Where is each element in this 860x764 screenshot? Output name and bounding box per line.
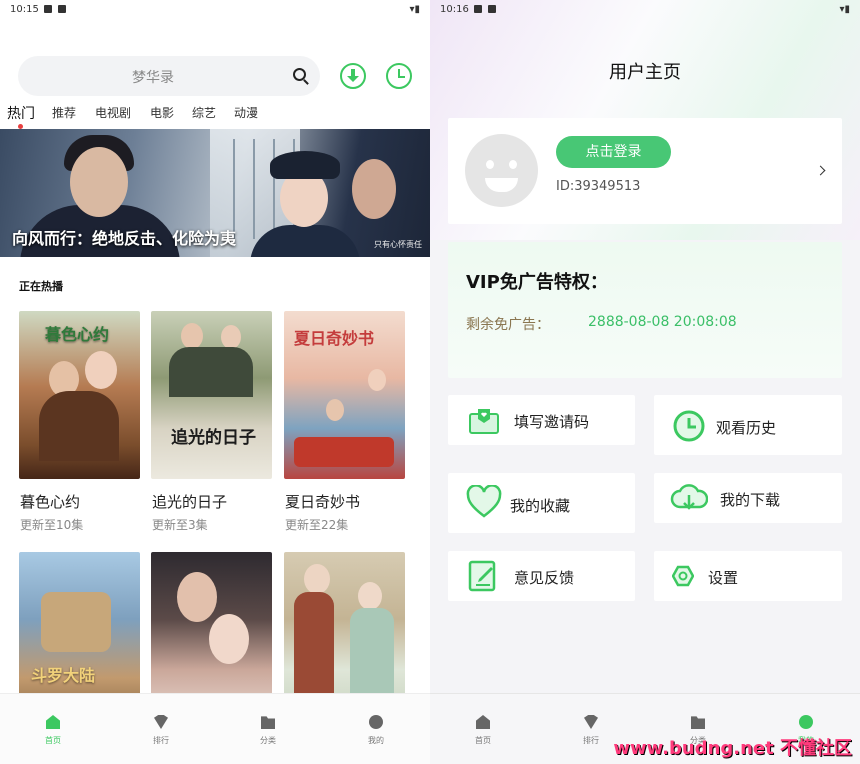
download-icon[interactable] [340,63,366,89]
nav-category[interactable]: 分类 [238,712,298,746]
ranking-icon [584,715,598,729]
wifi-battery-icon: ▾▮ [839,4,850,15]
profile-icon [799,715,813,729]
show-title: 暮色心约 [20,493,81,511]
poster-title: 夏日奇妙书 [294,329,375,348]
folder-icon [691,716,705,729]
poster-title: 暮色心约 [45,325,110,344]
status-time: 10:16 [440,4,469,15]
poster-title: 追光的日子 [171,428,256,448]
menu-label: 我的收藏 [510,497,571,515]
status-bar: 10:16 ▾▮ [430,0,860,20]
tab-recommend[interactable]: 推荐 [52,104,76,121]
profile-icon [369,715,383,729]
home-icon [46,715,60,729]
tab-movie[interactable]: 电影 [150,104,174,121]
cloud-download-icon [670,484,708,510]
section-title: 正在热播 [19,280,63,293]
poster-title: 斗罗大陆 [31,666,96,685]
nav-home-label: 首页 [475,736,491,745]
poster-image: 夏日奇妙书 [284,311,405,479]
nav-home-label: 首页 [45,736,61,745]
nav-home[interactable]: 首页 [453,712,513,746]
notification-icon [44,5,52,13]
nav-ranking[interactable]: 排行 [131,712,191,746]
notification-icon [474,5,482,13]
folder-icon [261,716,275,729]
hero-banner[interactable]: 向风而行：绝地反击、化险为夷 只有心怀责任 [0,129,430,257]
menu-label: 填写邀请码 [514,413,590,431]
ranking-icon [154,715,168,729]
invite-code-button[interactable]: 填写邀请码 [448,395,635,445]
clock-icon [673,410,705,442]
show-card[interactable]: 暮色心约 暮色心约 更新至10集 [19,311,140,532]
heart-icon [466,485,502,518]
vip-title: VIP免广告特权： [466,272,608,293]
home-icon [476,715,490,729]
tab-anime[interactable]: 动漫 [234,104,258,121]
category-tabs: 热门 推荐 电视剧 电影 综艺 动漫 [0,103,430,129]
login-button[interactable]: 点击登录 [556,136,671,168]
gear-icon [672,565,694,587]
home-screen: 10:15 ▾▮ 梦华录 热门 推荐 电视剧 电影 综艺 动漫 向风而行：绝地反… [0,0,430,764]
wifi-battery-icon: ▾▮ [409,4,420,15]
menu-label: 我的下载 [720,491,781,509]
page-title: 用户主页 [609,62,681,83]
show-title: 追光的日子 [152,493,228,511]
tab-hot[interactable]: 热门 [7,103,35,123]
status-bar: 10:15 ▾▮ [0,0,430,20]
banner-title: 向风而行：绝地反击、化险为夷 [12,229,237,248]
tab-tv[interactable]: 电视剧 [95,104,131,121]
nav-profile-label: 我的 [368,736,384,745]
user-id: ID:39349513 [556,179,641,194]
chevron-right-icon[interactable] [815,165,826,176]
menu-label: 观看历史 [716,419,777,437]
episode-status: 更新至22集 [285,518,349,532]
show-card[interactable]: 夏日奇妙书 夏日奇妙书 更新至22集 [284,311,405,532]
profile-screen: 10:16 ▾▮ 用户主页 点击登录 ID:39349513 VIP免广告特权：… [430,0,860,764]
avatar[interactable] [465,134,538,207]
episode-status: 更新至10集 [20,518,84,532]
search-placeholder: 梦华录 [132,70,174,86]
feedback-button[interactable]: 意见反馈 [448,551,635,601]
nav-category-label: 分类 [260,736,276,745]
favorites-button[interactable]: 我的收藏 [448,473,635,533]
episode-status: 更新至3集 [152,518,208,532]
settings-button[interactable]: 设置 [654,551,842,601]
poster-image: 追光的日子 [151,311,272,479]
search-icon[interactable] [293,68,306,81]
show-title: 夏日奇妙书 [285,493,361,511]
search-bar[interactable]: 梦华录 [18,56,320,96]
history-clock-icon[interactable] [386,63,412,89]
banner-tagline: 只有心怀责任 [374,240,422,249]
poster-image: 暮色心约 [19,311,140,479]
profile-card[interactable]: 点击登录 ID:39349513 [448,118,842,224]
nav-home[interactable]: 首页 [23,712,83,746]
watch-history-button[interactable]: 观看历史 [654,395,842,455]
nav-profile[interactable]: 我的 [346,712,406,746]
vip-remaining-label: 剩余免广告： [466,317,550,333]
notification-icon [58,5,66,13]
nav-ranking[interactable]: 排行 [561,712,621,746]
notification-icon [488,5,496,13]
vip-panel: VIP免广告特权： 剩余免广告： 2888-08-08 20:08:08 [448,242,842,378]
edit-note-icon [468,560,496,592]
envelope-heart-icon [469,409,499,434]
downloads-button[interactable]: 我的下载 [654,473,842,523]
site-watermark: www.budng.net 不懂社区 [613,738,852,759]
show-card[interactable]: 追光的日子 追光的日子 更新至3集 [151,311,272,532]
bottom-nav: 首页 排行 分类 我的 [0,693,430,764]
tab-variety[interactable]: 综艺 [192,104,216,121]
vip-expiry-value: 2888-08-08 20:08:08 [588,314,737,330]
menu-label: 设置 [708,569,739,587]
nav-ranking-label: 排行 [583,736,599,745]
status-time: 10:15 [10,4,39,15]
menu-label: 意见反馈 [514,569,575,587]
nav-ranking-label: 排行 [153,736,169,745]
